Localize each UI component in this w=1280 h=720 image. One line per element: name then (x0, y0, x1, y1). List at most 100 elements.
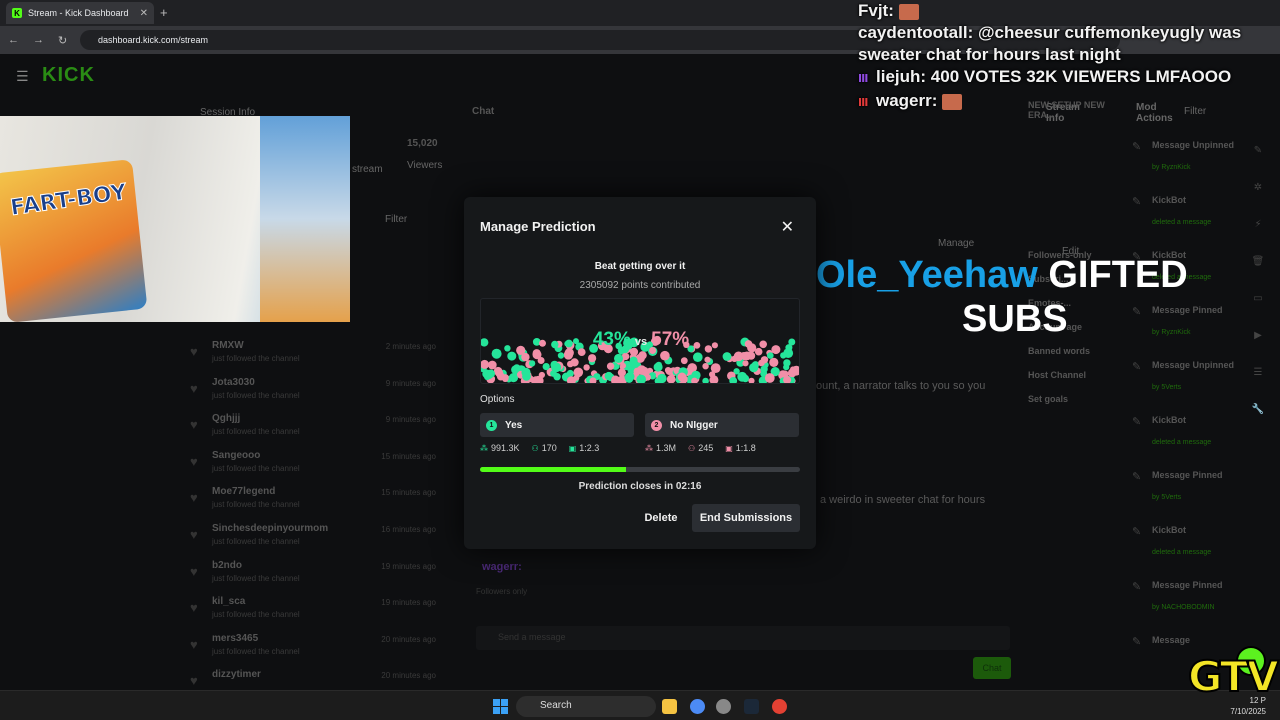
stream-setting-item[interactable]: Banned words (1028, 346, 1118, 356)
stream-setting-item[interactable]: Host Channel (1028, 370, 1118, 380)
chat-send-button[interactable]: Chat (973, 657, 1011, 679)
delete-button[interactable]: Delete (636, 504, 686, 532)
forward-icon[interactable]: → (33, 34, 44, 46)
chat-input[interactable]: Send a message (476, 626, 1010, 650)
bubble (693, 352, 703, 362)
settings-icon[interactable]: ✲ (1248, 177, 1268, 197)
chat-username[interactable]: wagerr: (482, 561, 522, 573)
pencil-icon[interactable]: ✎ (1248, 140, 1268, 160)
points-icon: ⁂ (480, 444, 488, 453)
end-submissions-button[interactable]: End Submissions (692, 504, 800, 532)
video-icon[interactable]: ▶ (1248, 325, 1268, 345)
emote-icon (898, 3, 919, 20)
wrench-icon[interactable]: 🔧 (1248, 399, 1268, 419)
bubble (760, 365, 768, 373)
chrome-icon[interactable] (690, 699, 705, 714)
activity-filter-button[interactable]: Filter (385, 214, 407, 225)
prediction-progress-bar (480, 467, 800, 472)
steam-icon[interactable] (744, 699, 759, 714)
follower-name[interactable]: Moe77legend (212, 486, 275, 497)
follower-name[interactable]: Jota3030 (212, 377, 255, 388)
tab-close-icon[interactable]: ✕ (140, 8, 148, 19)
manage-button[interactable]: Manage (938, 238, 974, 249)
follower-name[interactable]: b2ndo (212, 560, 242, 571)
follow-time: 19 minutes ago (381, 561, 436, 571)
mod-log-item: ✎ Message Pinned by 5Verts (1124, 466, 1244, 521)
mod-action-title: KickBot (1152, 415, 1187, 425)
chat-panel-title: Chat (472, 106, 495, 117)
bubble (551, 362, 562, 373)
follow-text: just followed the channel (212, 390, 300, 400)
follow-time: 2 minutes ago (385, 342, 436, 351)
mod-action-title: KickBot (1152, 525, 1187, 535)
option-no[interactable]: 2 No NIgger (645, 413, 799, 437)
lightning-icon[interactable]: ⚡ (1248, 214, 1268, 234)
file-explorer-icon[interactable] (662, 699, 677, 714)
stream-chat-overlay: Fvjt: caydentootall: @cheesur cuffemonke… (858, 0, 1280, 114)
mod-action-by: by RyznKick (1152, 329, 1191, 336)
tab-title: Stream - Kick Dashboard (28, 8, 129, 18)
bubble (702, 377, 709, 383)
bubble (507, 351, 517, 361)
reload-icon[interactable]: ↻ (58, 34, 67, 47)
overlay-chat-user: liejuh: (876, 67, 927, 86)
follower-name[interactable]: Sangeooo (212, 450, 260, 461)
option-label: Yes (505, 419, 523, 431)
follow-time: 16 minutes ago (381, 524, 436, 534)
menu-icon[interactable]: ☰ (16, 68, 29, 85)
close-icon[interactable]: ✕ (781, 217, 794, 237)
chrome-icon[interactable] (772, 699, 787, 714)
bubble (780, 352, 787, 359)
bubble (702, 363, 709, 370)
mod-action-by: by RyznKick (1152, 164, 1191, 171)
follower-name[interactable]: kil_sca (212, 596, 245, 607)
heart-icon: ♥ (190, 600, 198, 616)
follow-time: 20 minutes ago (381, 671, 436, 681)
back-icon[interactable]: ← (8, 34, 19, 46)
trash-icon[interactable]: 🗑 (1248, 251, 1268, 271)
list-item: ♥ Sangeooo just followed the channel 15 min… (186, 448, 446, 485)
prediction-bubble-graph: 43% vs 57% (480, 298, 800, 384)
heart-icon: ♥ (190, 563, 198, 579)
option-points: 991.3K (491, 443, 520, 453)
list-icon[interactable]: ☰ (1248, 362, 1268, 382)
bubble (588, 354, 597, 363)
bubble (502, 374, 509, 381)
follower-name[interactable]: mers3465 (212, 633, 258, 644)
follower-name[interactable]: Qghjjj (212, 413, 240, 424)
heart-icon: ♥ (190, 344, 198, 359)
chat-message-text: ount, a narrator talks to you so you (816, 380, 986, 392)
stream-setting-item[interactable]: Set goals (1028, 394, 1118, 404)
bubble (783, 359, 791, 367)
follower-name[interactable]: RMXW (212, 340, 244, 351)
bubble (614, 353, 623, 363)
options-heading: Options (480, 394, 515, 405)
bubble (636, 374, 646, 383)
mod-action-by: deleted a message (1152, 439, 1212, 446)
browser-tab[interactable]: K Stream - Kick Dashboard ✕ (6, 2, 154, 24)
emote-icon (942, 93, 963, 110)
webcam-background (260, 116, 350, 322)
taskbar-search[interactable]: Search (516, 696, 656, 717)
mod-action-icon: ✎ (1132, 306, 1142, 318)
new-tab-icon[interactable]: + (160, 5, 168, 20)
overlay-chat-user: wagerr: (876, 91, 938, 110)
follow-time: 19 minutes ago (381, 598, 436, 608)
follower-name[interactable]: Sinchesdeepinyourmom (212, 523, 328, 534)
mod-log-item: ✎ Message Pinned by RyznKick (1124, 301, 1244, 356)
bubble (764, 373, 775, 383)
mod-action-title: Message Pinned (1152, 580, 1223, 590)
closes-label: Prediction closes in (578, 481, 674, 492)
mod-action-icon: ✎ (1132, 196, 1142, 208)
closes-time: 02:16 (675, 481, 702, 492)
option-yes[interactable]: 1 Yes (480, 413, 634, 437)
gift-text: GIFTED (1048, 254, 1188, 296)
obs-icon[interactable] (716, 699, 731, 714)
follower-name[interactable]: dizzytimer (212, 669, 261, 680)
follow-text: just followed the channel (212, 354, 300, 363)
overlay-chat-user: Fvjt: (858, 1, 894, 20)
windows-start-icon[interactable] (493, 699, 508, 714)
chat-icon[interactable]: ▭ (1248, 288, 1268, 308)
list-item: ♥ RMXW just followed the channel 2 minutes … (186, 338, 446, 375)
follow-time: 20 minutes ago (381, 634, 436, 644)
